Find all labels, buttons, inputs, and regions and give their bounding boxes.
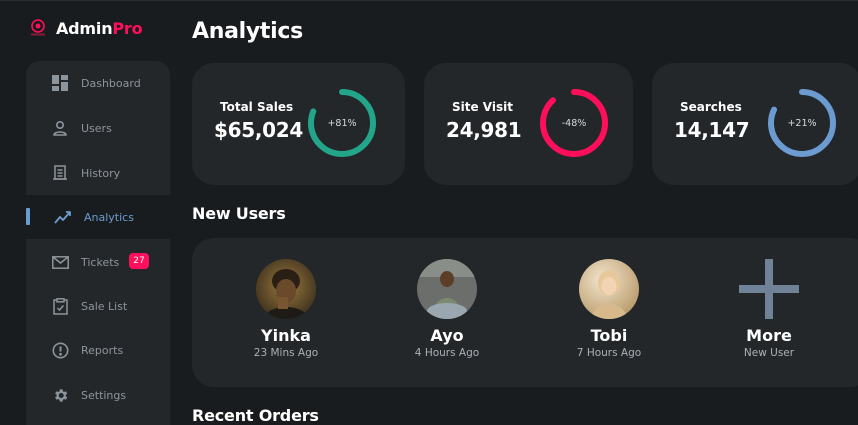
new-users-heading: New Users [192,204,286,223]
stat-label: Searches [680,100,742,114]
sidebar-item-sale-list[interactable]: Sale List [26,284,170,328]
user-joined-time: 4 Hours Ago [414,347,480,359]
plus-icon [739,259,799,319]
new-users-panel: Yinka 23 Mins Ago Ayo 4 Hours Ago Tobi 7… [192,238,858,387]
user-joined-time: 7 Hours Ago [576,347,642,359]
add-user-button[interactable]: More New User [699,259,839,359]
tickets-count-badge: 27 [129,253,149,269]
gear-icon [51,386,69,404]
user-name: More [746,326,792,345]
active-indicator [26,208,30,225]
page-title: Analytics [192,19,303,44]
recent-orders-heading: Recent Orders [192,406,319,425]
logo-icon [28,18,48,38]
avatar [256,259,316,319]
stat-value: 14,147 [674,118,750,142]
user-card[interactable]: Tobi 7 Hours Ago [539,259,679,359]
sidebar-item-label: Tickets [81,255,120,269]
progress-percent: +21% [787,117,817,129]
mail-icon [51,253,69,271]
history-receipt-icon [51,164,69,182]
top-edge [0,0,858,1]
sidebar-item-label: Sale List [81,299,128,313]
sidebar-item-dashboard[interactable]: Dashboard [26,61,170,105]
user-name: Yinka [261,326,311,345]
alert-circle-icon [51,341,69,359]
stat-value: 24,981 [446,118,522,142]
avatar [579,259,639,319]
sidebar-item-settings[interactable]: Settings [26,373,170,417]
sidebar-item-label: Dashboard [81,76,141,90]
user-name: Ayo [430,326,464,345]
analytics-chart-icon [54,208,72,226]
brand-name: AdminPro [56,18,143,38]
sidebar-item-history[interactable]: History [26,151,170,195]
sidebar-item-analytics[interactable]: Analytics [26,195,170,239]
user-name: Tobi [590,326,628,345]
avatar [417,259,477,319]
stat-value: $65,024 [214,118,303,142]
user-card[interactable]: Ayo 4 Hours Ago [377,259,517,359]
stat-card-site-visit[interactable]: Site Visit 24,981 -48% [424,63,633,185]
brand-logo[interactable]: AdminPro [28,18,143,38]
dashboard-icon [51,74,69,92]
sidebar-item-users[interactable]: Users [26,106,170,150]
user-icon [51,119,69,137]
clipboard-check-icon [51,297,69,315]
sidebar-item-tickets[interactable]: Tickets 27 [26,240,170,284]
sidebar-item-reports[interactable]: Reports [26,328,170,372]
stat-card-total-sales[interactable]: Total Sales $65,024 +81% [192,63,405,185]
progress-percent: +81% [327,117,357,129]
sidebar-item-label: Reports [81,343,124,357]
sidebar-item-label: Analytics [84,210,134,224]
sidebar: Dashboard Users History Analytics Ticket… [26,61,170,425]
sidebar-item-label: Settings [81,388,127,402]
sidebar-item-label: History [81,166,121,180]
progress-percent: -48% [561,117,587,129]
stat-card-searches[interactable]: Searches 14,147 +21% [652,63,858,185]
sidebar-item-label: Users [81,121,112,135]
stat-label: Site Visit [452,100,513,114]
user-joined-time: 23 Mins Ago [253,347,319,359]
stat-label: Total Sales [220,100,294,114]
user-joined-time: New User [743,347,795,359]
user-card[interactable]: Yinka 23 Mins Ago [216,259,356,359]
